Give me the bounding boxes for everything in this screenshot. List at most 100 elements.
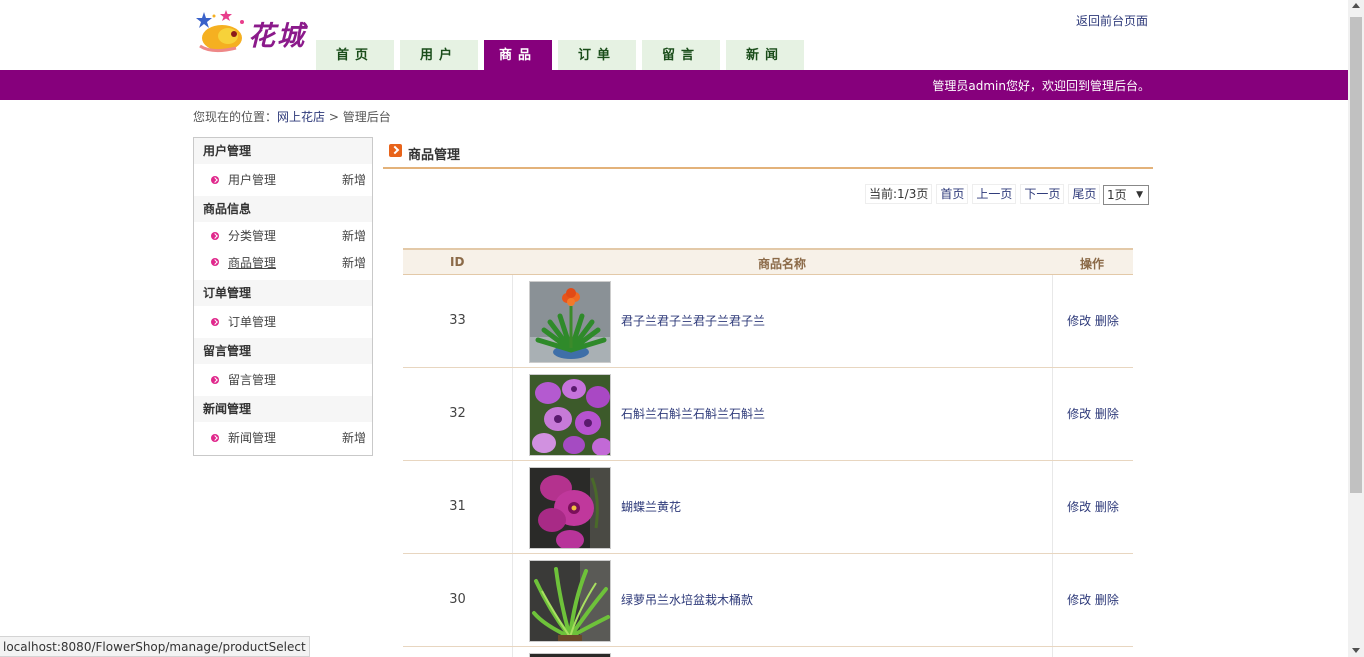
breadcrumb-current: 管理后台 — [342, 110, 391, 124]
flower-city-logo[interactable]: 花城 — [192, 8, 314, 56]
sidebar-item-news-manage: 新闻管理 新增 — [194, 422, 372, 454]
section-title: 商品管理 — [408, 148, 461, 163]
pager-last[interactable]: 尾页 — [1068, 184, 1101, 204]
row-actions: 修改 删除 — [1052, 275, 1133, 367]
sidebar-add-product[interactable]: 新增 — [342, 250, 366, 276]
sidebar-link-product-manage[interactable]: 商品管理 — [228, 250, 276, 276]
pager-first[interactable]: 首页 — [936, 184, 969, 204]
table-row: 32 石斛兰石斛兰石斛兰石斛兰 修改 删除 — [403, 368, 1133, 461]
edit-link[interactable]: 修改 — [1067, 314, 1091, 328]
admin-page: 花城 返回前台页面 首页 用户 商品 订单 留言 新闻 管理员admin您好，欢… — [0, 0, 1364, 657]
sidebar-group-orders: 订单管理 — [194, 280, 372, 306]
bullet-arrow-icon — [211, 258, 219, 266]
bullet-arrow-icon — [211, 376, 219, 384]
page-select[interactable]: 1页 ▼ — [1103, 185, 1149, 205]
tab-home[interactable]: 首页 — [316, 40, 394, 70]
cell-id: 33 — [403, 275, 513, 367]
vertical-scrollbar[interactable] — [1348, 0, 1364, 657]
sidebar-link-category-manage[interactable]: 分类管理 — [228, 222, 276, 250]
cell-id: 30 — [403, 554, 513, 646]
sidebar-add-user[interactable]: 新增 — [342, 164, 366, 196]
dropdown-caret-icon: ▼ — [1136, 190, 1143, 200]
cell-id: 31 — [403, 461, 513, 553]
product-thumbnail[interactable] — [529, 560, 611, 642]
page-select-value: 1页 — [1107, 188, 1127, 202]
pager-current: 当前:1/3页 — [865, 184, 933, 204]
section-arrow-icon — [389, 144, 402, 157]
header-bar: 管理员admin您好，欢迎回到管理后台。 — [0, 70, 1348, 100]
pagination: 当前:1/3页 首页 上一页 下一页 尾页 — [865, 184, 1101, 204]
sidebar-item-product-manage: 商品管理 新增 — [194, 250, 372, 280]
breadcrumb-home-link[interactable]: 网上花店 — [277, 110, 325, 124]
cell-id: 32 — [403, 368, 513, 460]
status-bar-url: localhost:8080/FlowerShop/manage/product… — [0, 636, 310, 657]
sidebar: 用户管理 用户管理 新增 商品信息 分类管理 新增 商品管理 新增 订单管理 订… — [193, 137, 373, 456]
spider-plant-image — [530, 561, 610, 641]
product-name-link[interactable]: 蝴蝶兰黄花 — [621, 461, 681, 553]
row-actions — [1052, 647, 1133, 657]
pager-prev[interactable]: 上一页 — [972, 184, 1017, 204]
phalaenopsis-orchid-image — [530, 468, 610, 548]
cell-id — [403, 647, 513, 657]
delete-link[interactable]: 删除 — [1095, 500, 1119, 514]
breadcrumb-prefix: 您现在的位置： — [193, 110, 278, 124]
product-name-link[interactable]: 君子兰君子兰君子兰君子兰 — [621, 275, 765, 367]
table-row — [403, 647, 1133, 657]
sidebar-add-category[interactable]: 新增 — [342, 222, 366, 250]
sidebar-group-news: 新闻管理 — [194, 396, 372, 422]
col-header-name: 商品名称 — [758, 257, 807, 271]
scroll-thumb[interactable] — [1350, 17, 1362, 493]
logo-graphic-icon — [196, 10, 244, 53]
sidebar-link-message-manage[interactable]: 留言管理 — [228, 364, 276, 396]
clivia-plant-image — [530, 282, 610, 362]
sidebar-group-products: 商品信息 — [194, 196, 372, 222]
pager-next[interactable]: 下一页 — [1020, 184, 1065, 204]
col-header-id: ID — [450, 255, 465, 269]
row-actions: 修改 删除 — [1052, 368, 1133, 460]
scroll-down-icon[interactable] — [1352, 648, 1360, 653]
sidebar-item-message-manage: 留言管理 — [194, 364, 372, 396]
sidebar-item-category-manage: 分类管理 新增 — [194, 222, 372, 250]
product-thumbnail[interactable] — [529, 467, 611, 549]
tab-products[interactable]: 商品 — [484, 40, 552, 71]
product-name-link[interactable]: 绿萝吊兰水培盆栽木桶款 — [621, 554, 753, 646]
dendrobium-orchid-image — [530, 375, 610, 455]
table-row: 31 蝴蝶兰黄花 修改 删除 — [403, 461, 1133, 554]
sidebar-link-user-manage[interactable]: 用户管理 — [228, 164, 276, 196]
tab-messages[interactable]: 留言 — [642, 40, 720, 70]
edit-link[interactable]: 修改 — [1067, 407, 1091, 421]
delete-link[interactable]: 删除 — [1095, 314, 1119, 328]
welcome-message: 管理员admin您好，欢迎回到管理后台。 — [932, 79, 1150, 93]
sidebar-link-news-manage[interactable]: 新闻管理 — [228, 422, 276, 454]
sidebar-item-user-manage: 用户管理 新增 — [194, 164, 372, 196]
edit-link[interactable]: 修改 — [1067, 500, 1091, 514]
delete-link[interactable]: 删除 — [1095, 593, 1119, 607]
sidebar-link-order-manage[interactable]: 订单管理 — [228, 306, 276, 338]
scroll-up-icon[interactable] — [1352, 3, 1360, 8]
tab-users[interactable]: 用户 — [400, 40, 478, 70]
col-header-ops: 操作 — [1080, 257, 1105, 271]
section-header: 商品管理 — [383, 140, 1153, 169]
sidebar-group-users: 用户管理 — [194, 138, 372, 164]
return-frontend-link[interactable]: 返回前台页面 — [1076, 12, 1148, 29]
bullet-arrow-icon — [211, 434, 219, 442]
row-actions: 修改 删除 — [1052, 554, 1133, 646]
table-header: ID 商品名称 操作 — [403, 248, 1133, 275]
product-thumbnail[interactable] — [529, 374, 611, 456]
bullet-arrow-icon — [211, 176, 219, 184]
sidebar-add-news[interactable]: 新增 — [342, 422, 366, 454]
row-actions: 修改 删除 — [1052, 461, 1133, 553]
edit-link[interactable]: 修改 — [1067, 593, 1091, 607]
sidebar-group-messages: 留言管理 — [194, 338, 372, 364]
delete-link[interactable]: 删除 — [1095, 407, 1119, 421]
product-thumbnail[interactable] — [529, 653, 611, 657]
logo-text: 花城 — [248, 21, 306, 52]
sidebar-item-order-manage: 订单管理 — [194, 306, 372, 338]
tab-orders[interactable]: 订单 — [558, 40, 636, 70]
product-table: ID 商品名称 操作 33 君子兰君子兰君子兰君子兰 修改 删除 32 石斛兰石… — [403, 248, 1133, 657]
product-name-link[interactable]: 石斛兰石斛兰石斛兰石斛兰 — [621, 368, 765, 460]
breadcrumb-separator: > — [328, 110, 339, 124]
product-thumbnail[interactable] — [529, 281, 611, 363]
tab-news[interactable]: 新闻 — [726, 40, 804, 70]
table-row: 30 绿萝吊兰水培盆栽木桶款 修改 删除 — [403, 554, 1133, 647]
